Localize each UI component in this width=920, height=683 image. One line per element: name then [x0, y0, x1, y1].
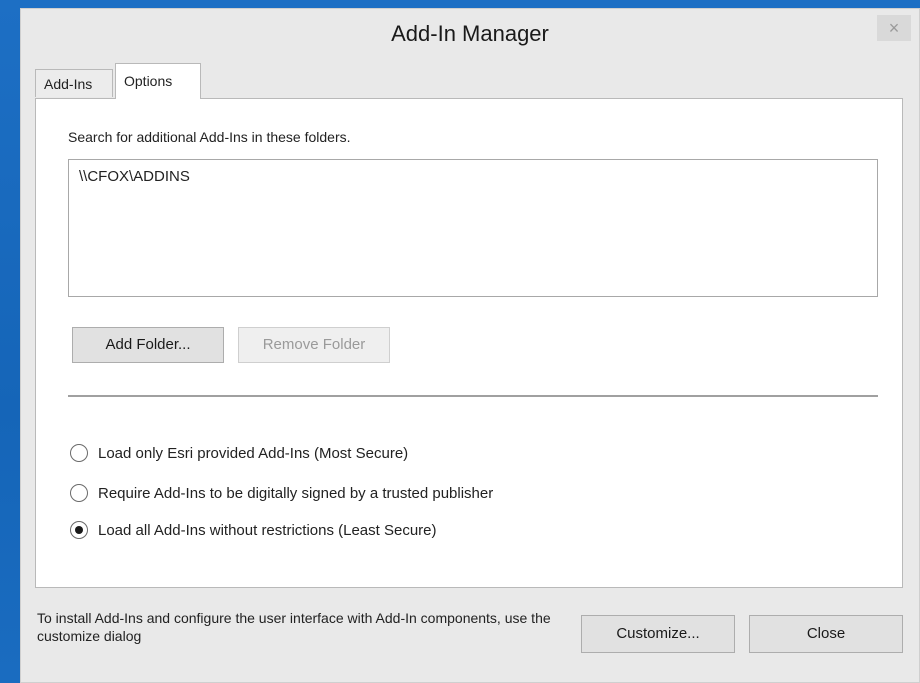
remove-folder-button[interactable]: Remove Folder [238, 327, 390, 363]
radio-button-checked-icon[interactable] [70, 521, 88, 539]
radio-label: Load only Esri provided Add-Ins (Most Se… [98, 445, 409, 462]
radio-label: Require Add-Ins to be digitally signed b… [98, 485, 494, 502]
window-title: Add-In Manager [391, 21, 549, 46]
close-icon[interactable]: × [877, 15, 911, 41]
divider [68, 395, 878, 397]
close-button[interactable]: Close [749, 615, 903, 653]
options-panel: Search for additional Add-Ins in these f… [35, 98, 903, 588]
radio-label: Load all Add-Ins without restrictions (L… [98, 522, 437, 539]
radio-button-icon[interactable] [70, 484, 88, 502]
radio-button-icon[interactable] [70, 444, 88, 462]
list-item[interactable]: \\CFOX\ADDINS [79, 168, 190, 185]
title-bar[interactable]: Add-In Manager × [21, 9, 919, 63]
customize-button[interactable]: Customize... [581, 615, 735, 653]
footer-hint-text: To install Add-Ins and configure the use… [37, 610, 551, 644]
tab-add-ins[interactable]: Add-Ins [35, 69, 113, 97]
folders-listbox[interactable]: \\CFOX\ADDINS [68, 159, 878, 297]
tab-options[interactable]: Options [115, 63, 201, 99]
add-folder-button[interactable]: Add Folder... [72, 327, 224, 363]
search-folders-label: Search for additional Add-Ins in these f… [68, 129, 351, 145]
add-in-manager-window: Add-In Manager × Add-Ins Options Search … [20, 8, 920, 683]
